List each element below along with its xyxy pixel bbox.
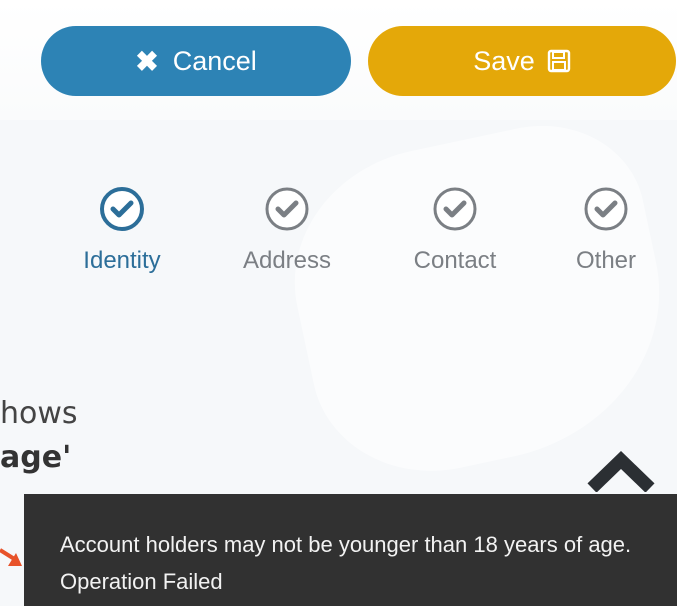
- step-other[interactable]: Other: [541, 185, 671, 275]
- step-address[interactable]: Address: [222, 185, 352, 275]
- step-label: Other: [575, 247, 637, 274]
- step-contact[interactable]: Contact: [390, 185, 520, 275]
- step-label: Contact: [413, 247, 497, 274]
- step-label: Address: [242, 247, 332, 274]
- annotation-arrow-icon: [0, 548, 22, 566]
- save-button-label: Save: [473, 45, 535, 76]
- check-circle-icon: [584, 187, 628, 231]
- check-circle-icon: [100, 187, 144, 231]
- check-circle-icon: [433, 187, 477, 231]
- check-circle-icon: [265, 187, 309, 231]
- cancel-button-label: Cancel: [172, 45, 257, 76]
- floppy-disk-icon: [547, 49, 570, 73]
- step-identity[interactable]: Identity: [57, 185, 187, 275]
- annotation-text: hows: [0, 396, 78, 431]
- chevron-up-icon[interactable]: [586, 450, 656, 492]
- close-icon: ✖: [135, 45, 159, 77]
- annotation-text-bold: age': [0, 440, 72, 475]
- progress-steps: Identity Address Contact Other: [0, 185, 677, 285]
- save-button[interactable]: Save: [368, 26, 676, 96]
- cancel-button[interactable]: ✖ Cancel: [41, 26, 351, 96]
- toast-message: Account holders may not be younger than …: [60, 532, 632, 594]
- error-toast: Account holders may not be younger than …: [24, 494, 677, 606]
- step-label: Identity: [83, 247, 161, 274]
